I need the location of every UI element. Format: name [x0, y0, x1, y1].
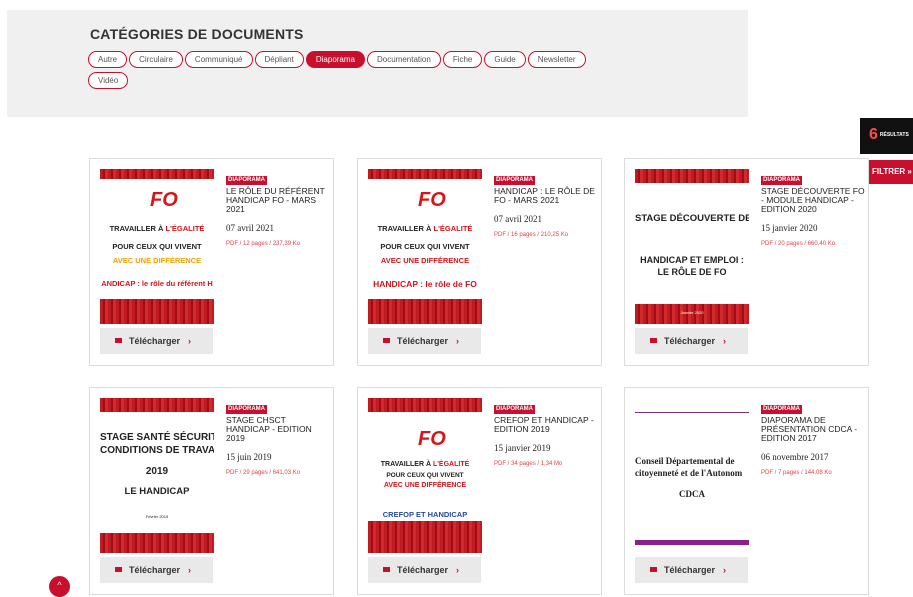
- document-file-info: PDF / 29 pages / 641,03 Ko: [226, 470, 301, 476]
- document-thumbnail[interactable]: FO TRAVAILLER À L'ÉGALITÉ POUR CEUX QUI …: [368, 398, 482, 553]
- fo-logo: FO: [418, 428, 446, 450]
- download-button[interactable]: Télécharger ›: [100, 328, 213, 354]
- thumbnail-footer-band: [635, 540, 749, 545]
- category-pill-autre[interactable]: Autre: [88, 51, 128, 68]
- document-file-info: PDF / 7 pages / 144,08 Ko: [761, 470, 832, 476]
- document-thumbnail[interactable]: Conseil Départemental de citoyenneté et …: [635, 398, 749, 553]
- document-card: STAGE DÉCOUVERTE DE F HANDICAP ET EMPLOI…: [624, 158, 869, 366]
- document-thumbnail[interactable]: STAGE DÉCOUVERTE DE F HANDICAP ET EMPLOI…: [635, 169, 749, 324]
- document-file-info: PDF / 34 pages / 1,34 Mo: [494, 461, 563, 467]
- category-badge: DIAPORAMA: [494, 176, 535, 185]
- document-thumbnail[interactable]: FO TRAVAILLER À L'ÉGALITÉ POUR CEUX QUI …: [100, 169, 214, 324]
- fo-logo: FO: [150, 189, 178, 211]
- thumbnail-footer-band: [100, 533, 214, 553]
- envelope-icon: [650, 338, 657, 344]
- chevron-right-icon: ›: [456, 565, 460, 575]
- category-badge: DIAPORAMA: [226, 176, 267, 185]
- thumbnail-footer-band: [100, 299, 214, 324]
- document-title[interactable]: HANDICAP : LE RÔLE DE FO - MARS 2021: [494, 187, 598, 205]
- envelope-icon: [650, 567, 657, 573]
- category-filter-list: Autre Circulaire Communiqué Dépliant Diapora…: [88, 51, 688, 93]
- document-card: Conseil Départemental de citoyenneté et …: [624, 387, 869, 595]
- category-pill-diaporama[interactable]: Diaporama: [305, 51, 365, 68]
- document-title[interactable]: STAGE DÉCOUVERTE FO - MODULE HANDICAP - …: [761, 187, 865, 214]
- results-count: 6: [869, 126, 878, 143]
- thumbnail-header-line: [635, 412, 749, 413]
- chevron-right-icon: ›: [723, 336, 727, 346]
- document-file-info: PDF / 20 pages / 660,40 Ko: [761, 241, 836, 247]
- categories-title: CATÉGORIES DE DOCUMENTS: [90, 26, 304, 42]
- download-button[interactable]: Télécharger ›: [635, 557, 748, 583]
- thumbnail-footer-band: [368, 299, 482, 324]
- envelope-icon: [115, 567, 122, 573]
- category-pill-video[interactable]: Vidéo: [88, 72, 129, 89]
- category-pill-documentation[interactable]: Documentation: [367, 51, 441, 68]
- download-button[interactable]: Télécharger ›: [368, 328, 481, 354]
- document-date: 07 avril 2021: [494, 214, 542, 224]
- category-pill-guide[interactable]: Guide: [484, 51, 526, 68]
- document-file-info: PDF / 12 pages / 237,39 Ko: [226, 241, 301, 247]
- envelope-icon: [383, 567, 390, 573]
- document-title[interactable]: DIAPORAMA DE PRÉSENTATION CDCA - EDITION…: [761, 416, 865, 443]
- scroll-to-top-button[interactable]: ^: [49, 576, 70, 597]
- download-button[interactable]: Télécharger ›: [635, 328, 748, 354]
- category-badge: DIAPORAMA: [761, 176, 802, 185]
- results-counter: 6 RÉSULTATS: [860, 118, 913, 154]
- document-card: FO TRAVAILLER À L'ÉGALITÉ POUR CEUX QUI …: [357, 387, 602, 595]
- document-date: 15 janvier 2020: [761, 223, 818, 233]
- document-title[interactable]: STAGE CHSCT HANDICAP - EDITION 2019: [226, 416, 330, 443]
- envelope-icon: [383, 338, 390, 344]
- category-pill-fiche[interactable]: Fiche: [442, 51, 483, 68]
- results-label: RÉSULTATS: [879, 132, 909, 138]
- categories-panel: CATÉGORIES DE DOCUMENTS Autre Circulaire C…: [7, 10, 748, 117]
- category-badge: DIAPORAMA: [226, 405, 267, 414]
- chevron-right-icon: ›: [456, 336, 460, 346]
- download-button[interactable]: Télécharger ›: [100, 557, 213, 583]
- document-title[interactable]: CREFOP ET HANDICAP - EDITION 2019: [494, 416, 598, 434]
- document-card: STAGE SANTÉ SÉCURITÉ CONDITIONS DE TRAVA…: [89, 387, 334, 595]
- chevron-right-icon: ›: [188, 336, 192, 346]
- envelope-icon: [115, 338, 122, 344]
- document-file-info: PDF / 16 pages / 210,25 Ko: [494, 232, 569, 238]
- chevron-right-icon: ›: [723, 565, 727, 575]
- document-date: 15 janvier 2019: [494, 443, 551, 453]
- document-thumbnail[interactable]: STAGE SANTÉ SÉCURITÉ CONDITIONS DE TRAVA…: [100, 398, 214, 553]
- category-badge: DIAPORAMA: [494, 405, 535, 414]
- document-date: 07 avril 2021: [226, 223, 274, 233]
- category-pill-newsletter[interactable]: Newsletter: [527, 51, 586, 68]
- category-pill-communique[interactable]: Communiqué: [184, 51, 253, 68]
- document-title[interactable]: LE RÔLE DU RÉFÉRENT HANDICAP FO - MARS 2…: [226, 187, 330, 214]
- thumbnail-header-band: [100, 398, 214, 412]
- category-badge: DIAPORAMA: [761, 405, 802, 414]
- thumbnail-header-band: [100, 169, 214, 179]
- document-date: 15 juin 2019: [226, 452, 272, 462]
- thumbnail-header-band: [368, 169, 482, 179]
- category-pill-circulaire[interactable]: Circulaire: [129, 51, 183, 68]
- thumbnail-header-band: [635, 169, 749, 183]
- document-card: FO TRAVAILLER À L'ÉGALITÉ POUR CEUX QUI …: [89, 158, 334, 366]
- document-date: 06 novembre 2017: [761, 452, 829, 462]
- thumbnail-footer-band: [368, 521, 482, 553]
- chevron-right-icon: ›: [188, 565, 192, 575]
- chevron-up-icon: ^: [57, 580, 62, 590]
- download-button[interactable]: Télécharger ›: [368, 557, 481, 583]
- thumbnail-header-band: [368, 398, 482, 412]
- document-card: FO TRAVAILLER À L'ÉGALITÉ POUR CEUX QUI …: [357, 158, 602, 366]
- fo-logo: FO: [418, 189, 446, 211]
- category-pill-depliant[interactable]: Dépliant: [254, 51, 304, 68]
- document-thumbnail[interactable]: FO TRAVAILLER À L'ÉGALITÉ POUR CEUX QUI …: [368, 169, 482, 324]
